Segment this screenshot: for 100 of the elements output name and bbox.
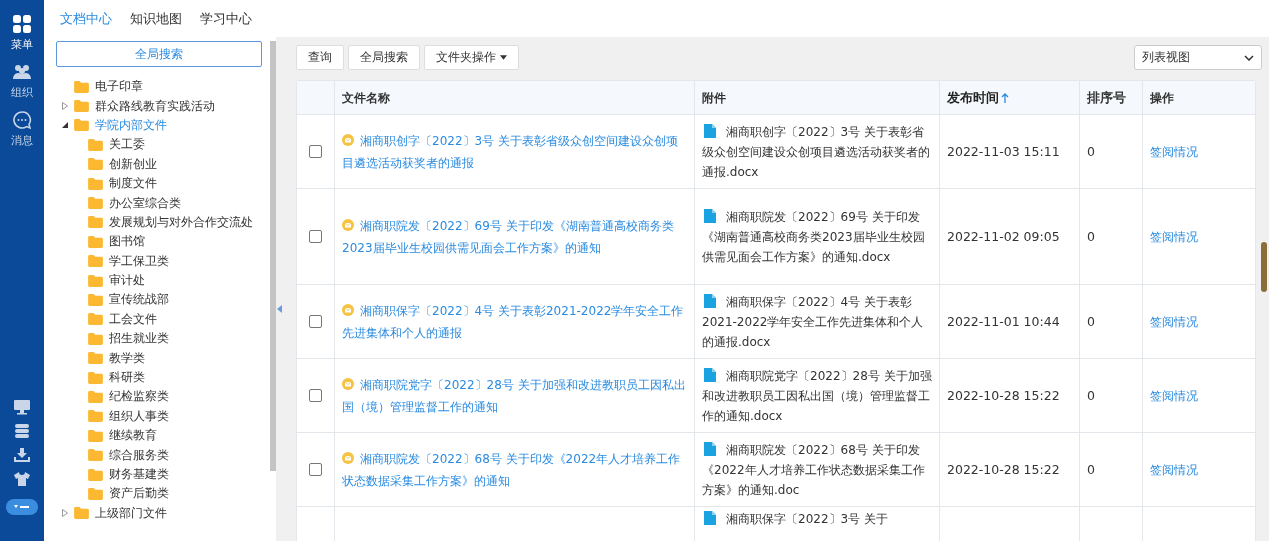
tree-item[interactable]: 综合服务类: [109, 446, 169, 464]
tree-item[interactable]: 制度文件: [109, 175, 157, 193]
nav-tab[interactable]: 学习中心: [200, 9, 252, 28]
folder-icon: [88, 197, 103, 210]
monitor-icon[interactable]: [13, 399, 31, 415]
tree-item[interactable]: 组织人事类: [109, 407, 169, 425]
attachment-link[interactable]: 湘商职保字〔2022〕4号 关于表彰2021-2022学年安全工作先进集体和个人的通报.docx: [702, 291, 935, 352]
tree-item[interactable]: 科研类: [109, 369, 145, 387]
attachment-link[interactable]: 湘商职院发〔2022〕68号 关于印发《2022年人才培养工作状态数据采集工作方案》的通知.doc: [702, 439, 935, 500]
tree-item[interactable]: 图书馆: [109, 233, 145, 251]
scrollbar[interactable]: [1261, 242, 1267, 292]
read-status-link[interactable]: 签阅情况: [1150, 225, 1198, 248]
toggle-icon[interactable]: [6, 499, 38, 515]
document-link[interactable]: 湘商职保字〔2022〕4号 关于表彰2021-2022学年安全工作先进集体和个人的通报: [342, 299, 687, 344]
nav-tab[interactable]: 文档中心: [60, 9, 112, 28]
document-link[interactable]: 湘商职创字〔2022〕3号 关于表彰省级众创空间建设众创项目遴选活动获奖者的通报: [342, 129, 687, 174]
folder-icon: [74, 100, 89, 113]
column-header[interactable]: 附件: [702, 86, 726, 109]
tree-item[interactable]: 群众路线教育实践活动: [95, 97, 215, 115]
tree-item[interactable]: 工会文件: [109, 310, 157, 328]
read-status-link[interactable]: 签阅情况: [1150, 310, 1198, 333]
tree-item[interactable]: 发展规划与对外合作交流处: [109, 213, 253, 231]
envelope-icon: [342, 133, 354, 146]
tree-item[interactable]: 办公室综合类: [109, 194, 181, 212]
read-status-link[interactable]: 签阅情况: [1150, 140, 1198, 163]
row-checkbox[interactable]: [309, 389, 322, 402]
grid-menu-icon[interactable]: [12, 14, 32, 34]
document-link[interactable]: 湘商职院发〔2022〕69号 关于印发《湖南普通高校商务类2023届毕业生校园供需见面会工作方案》的通知: [342, 214, 687, 259]
rail-label[interactable]: 消息: [11, 133, 33, 148]
download-icon[interactable]: [13, 447, 31, 463]
publish-time: 2022-11-03 15:11: [947, 142, 1060, 161]
attachment-link[interactable]: 湘商职院发〔2022〕69号 关于印发《湖南普通高校商务类2023届毕业生校园供需见面会工作方案》的通知.docx: [702, 206, 935, 267]
attachment-link[interactable]: 湘商职院党字〔2022〕28号 关于加强和改进教职员工因私出国（境）管理监督工作的通知.docx: [702, 365, 935, 426]
tree-item[interactable]: 学工保卫类: [109, 252, 169, 270]
people-icon[interactable]: [12, 62, 32, 82]
collapsed-triangle-icon[interactable]: [62, 509, 68, 518]
folder-icon: [74, 80, 89, 93]
chat-icon[interactable]: [12, 110, 32, 130]
tree-item[interactable]: 审计处: [109, 272, 145, 290]
column-header[interactable]: 排序号: [1087, 86, 1126, 109]
collapsed-triangle-icon[interactable]: [62, 102, 68, 111]
folder-icon: [88, 138, 103, 151]
expanded-triangle-icon[interactable]: [62, 122, 68, 129]
publish-time: 2022-11-01 10:44: [947, 312, 1060, 331]
tree-item[interactable]: 招生就业类: [109, 330, 169, 348]
tree-item[interactable]: 关工委: [109, 136, 145, 154]
tree-item[interactable]: 教学类: [109, 349, 145, 367]
view-select[interactable]: 列表视图: [1134, 45, 1262, 70]
folder-icon: [88, 158, 103, 171]
file-icon: [704, 367, 716, 382]
attachment-link[interactable]: 湘商职保字〔2022〕3号 关于: [702, 509, 888, 529]
envelope-icon: [342, 451, 354, 464]
toolbar-button[interactable]: 全局搜索: [348, 45, 420, 70]
row-checkbox[interactable]: [309, 315, 322, 328]
folder-icon: [88, 468, 103, 481]
tree-item[interactable]: 电子印章: [95, 78, 143, 96]
row-checkbox[interactable]: [309, 463, 322, 476]
document-link[interactable]: 湘商职院发〔2022〕68号 关于印发《2022年人才培养工作状态数据采集工作方案》的通知: [342, 447, 687, 492]
envelope-icon: [342, 218, 354, 231]
folder-icon: [88, 274, 103, 287]
toolbar-button[interactable]: 查询: [296, 45, 344, 70]
rail-label[interactable]: 菜单: [11, 37, 33, 52]
tree-item[interactable]: 学院内部文件: [95, 116, 167, 134]
column-header[interactable]: 操作: [1150, 86, 1174, 109]
row-checkbox[interactable]: [309, 145, 322, 158]
chevron-down-icon: [1244, 54, 1254, 61]
column-header[interactable]: 发布时间: [947, 86, 999, 109]
tree-item[interactable]: 上级部门文件: [95, 504, 167, 522]
folder-icon: [88, 410, 103, 423]
folder-icon: [88, 313, 103, 326]
sort-number: 0: [1087, 460, 1095, 479]
nav-tab[interactable]: 知识地图: [130, 9, 182, 28]
scrollbar[interactable]: [270, 41, 276, 471]
attachment-link[interactable]: 湘商职创字〔2022〕3号 关于表彰省级众创空间建设众创项目遴选活动获奖者的通报.docx: [702, 121, 935, 182]
shirt-icon[interactable]: [13, 471, 31, 487]
row-checkbox[interactable]: [309, 230, 322, 243]
toolbar-button[interactable]: 文件夹操作: [424, 45, 519, 70]
tree-item[interactable]: 财务基建类: [109, 466, 169, 483]
file-icon: [704, 123, 716, 138]
tree-item[interactable]: 继续教育: [109, 427, 157, 445]
tree-item[interactable]: 资产后勤类: [109, 485, 169, 503]
folder-icon: [88, 487, 103, 500]
tree-item[interactable]: 纪检监察类: [109, 388, 169, 406]
folder-icon: [88, 216, 103, 229]
read-status-link[interactable]: 签阅情况: [1150, 384, 1198, 407]
rail-label[interactable]: 组织: [11, 85, 33, 100]
sort-number: 0: [1087, 142, 1095, 161]
tree-item[interactable]: 宣传统战部: [109, 291, 169, 309]
stack-icon[interactable]: [13, 423, 31, 439]
splitter-arrow-icon[interactable]: [277, 305, 282, 313]
global-search-button[interactable]: 全局搜索: [56, 41, 262, 67]
folder-icon: [88, 352, 103, 365]
column-header[interactable]: 文件名称: [342, 86, 390, 109]
folder-icon: [88, 332, 103, 345]
tree-item[interactable]: 创新创业: [109, 155, 157, 173]
document-link[interactable]: 湘商职院党字〔2022〕28号 关于加强和改进教职员工因私出国（境）管理监督工作的通知: [342, 373, 687, 418]
folder-icon: [88, 429, 103, 442]
sort-number: 0: [1087, 312, 1095, 331]
read-status-link[interactable]: 签阅情况: [1150, 458, 1198, 481]
sort-ascending-icon[interactable]: [1001, 92, 1009, 103]
